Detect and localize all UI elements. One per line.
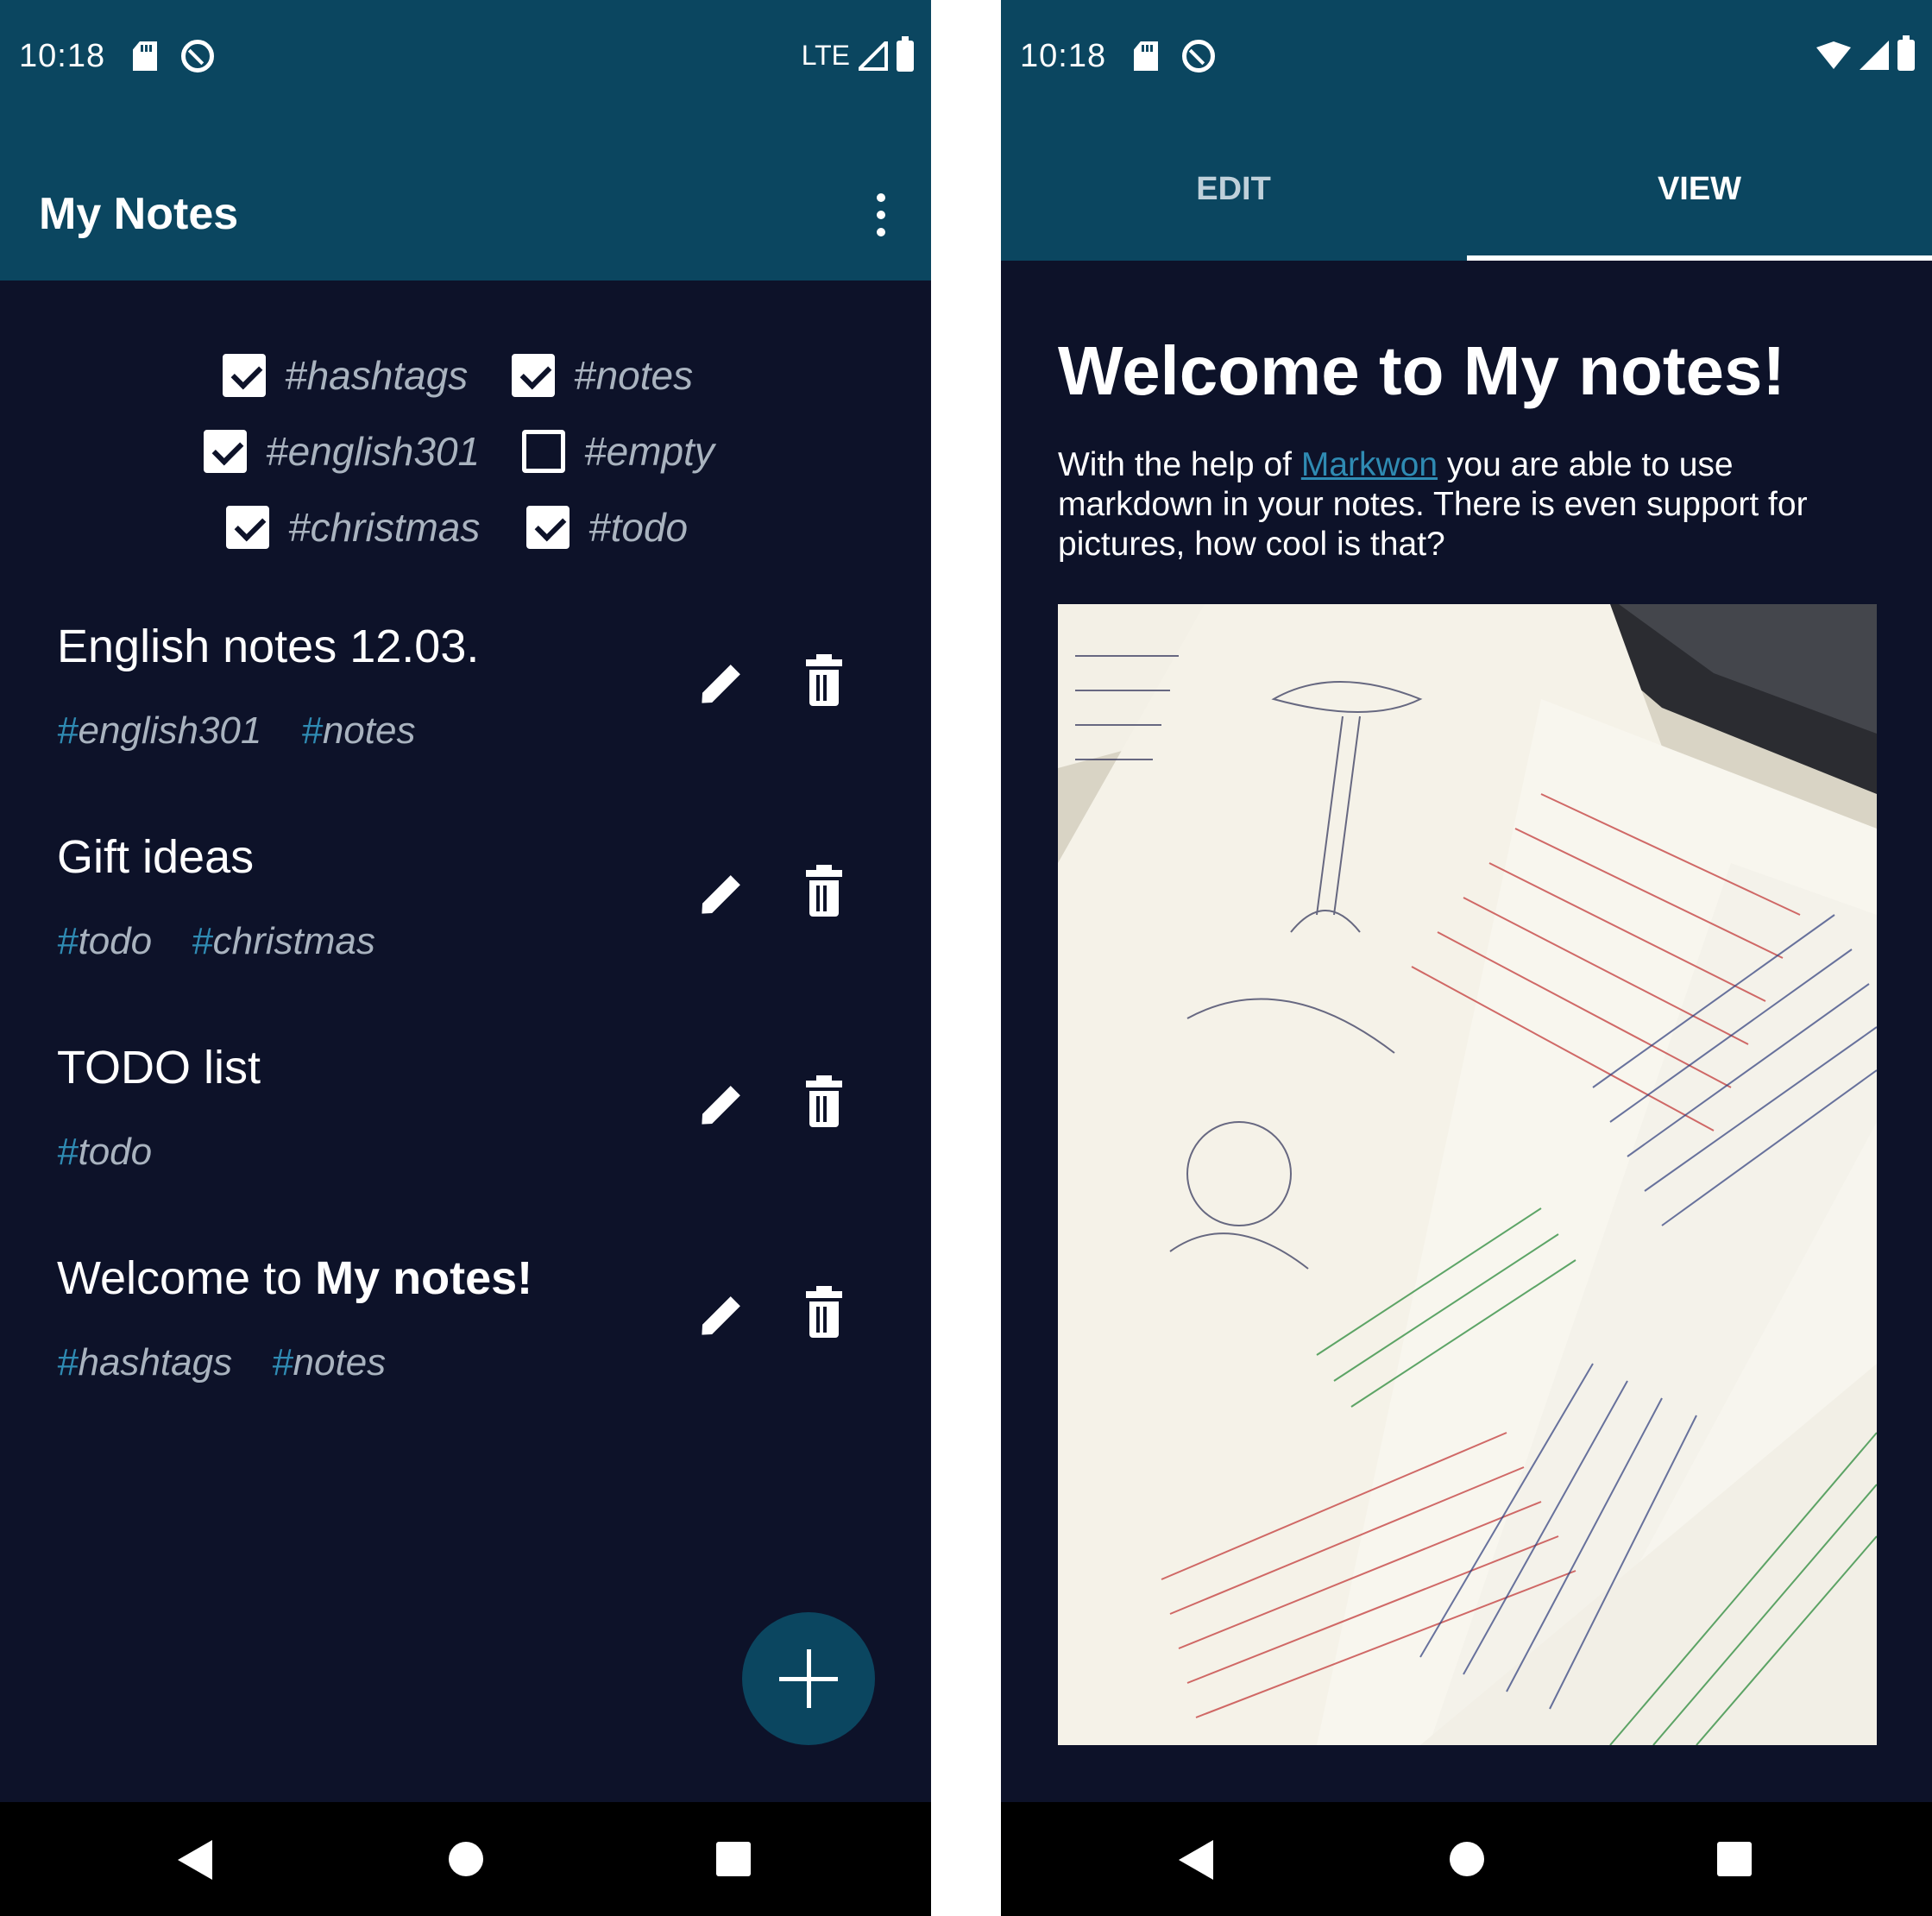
edit-note-button[interactable] <box>695 659 744 708</box>
sd-card-icon <box>133 41 157 71</box>
status-right-group: LTE <box>801 35 914 72</box>
filter-english301[interactable]: #english301 <box>204 428 480 475</box>
pencil-icon <box>697 870 746 919</box>
filter-label: #notes <box>574 353 694 398</box>
pencil-icon <box>697 659 746 709</box>
markwon-link[interactable]: Markwon <box>1301 446 1438 483</box>
note-tag[interactable]: #todo <box>57 1131 152 1174</box>
delete-note-button[interactable] <box>804 654 844 708</box>
checkbox-icon[interactable] <box>223 354 266 397</box>
checkbox-icon[interactable] <box>526 506 570 549</box>
sync-icon <box>181 40 214 72</box>
filter-label: #english301 <box>266 429 481 474</box>
filter-notes[interactable]: #notes <box>512 352 693 399</box>
trash-icon <box>804 1286 844 1339</box>
pencil-icon <box>697 1291 746 1340</box>
status-time: 10:18 <box>19 38 106 74</box>
note-item[interactable]: Gift ideas #todo #christmas <box>0 830 931 1037</box>
add-note-button[interactable] <box>742 1612 875 1745</box>
app-bar: My Notes <box>0 117 931 280</box>
pencil-icon <box>697 1081 746 1130</box>
filter-label: #todo <box>588 505 689 550</box>
note-tag[interactable]: #christmas <box>192 920 375 963</box>
sync-icon <box>1182 40 1215 72</box>
note-tag[interactable]: #notes <box>272 1341 386 1384</box>
trash-icon <box>804 654 844 708</box>
filter-label: #hashtags <box>285 353 469 398</box>
signal-icon <box>1860 41 1889 70</box>
note-tag[interactable]: #english301 <box>57 709 261 753</box>
recents-icon[interactable] <box>1717 1842 1752 1876</box>
note-heading: Welcome to My notes! <box>1058 332 1786 409</box>
tab-view[interactable]: VIEW <box>1467 117 1932 261</box>
note-tags: #todo #christmas <box>57 920 375 963</box>
handwritten-notes-photo <box>1058 604 1877 1745</box>
filter-label: #empty <box>584 429 714 474</box>
checkbox-icon[interactable] <box>204 430 247 473</box>
wifi-icon <box>1816 41 1851 69</box>
sd-card-icon <box>1134 41 1158 71</box>
note-tag[interactable]: #notes <box>301 709 415 753</box>
note-tags: #english301 #notes <box>57 709 415 753</box>
recents-icon[interactable] <box>716 1842 751 1876</box>
filter-christmas[interactable]: #christmas <box>226 504 480 551</box>
delete-note-button[interactable] <box>804 1286 844 1339</box>
edit-note-button[interactable] <box>695 1291 744 1339</box>
edit-note-button[interactable] <box>695 870 744 918</box>
note-title: English notes 12.03. <box>57 621 480 672</box>
trash-icon <box>804 1075 844 1129</box>
filter-todo[interactable]: #todo <box>526 504 688 551</box>
note-title: TODO list <box>57 1042 261 1094</box>
filter-empty[interactable]: #empty <box>522 428 714 475</box>
note-title: Welcome to My notes! <box>57 1252 533 1304</box>
status-bar: 10:18 LTE <box>0 0 931 117</box>
trash-icon <box>804 865 844 918</box>
delete-note-button[interactable] <box>804 865 844 918</box>
home-icon[interactable] <box>1450 1842 1484 1876</box>
notes-list-screen: 10:18 LTE My Notes #hashtags #notes #eng… <box>0 0 931 1916</box>
delete-note-button[interactable] <box>804 1075 844 1129</box>
note-item[interactable]: English notes 12.03. #english301 #notes <box>0 620 931 827</box>
tab-indicator <box>1467 255 1932 261</box>
battery-icon <box>897 35 914 72</box>
checkbox-icon[interactable] <box>226 506 269 549</box>
back-icon[interactable] <box>178 1840 212 1880</box>
tab-edit[interactable]: EDIT <box>1001 117 1466 261</box>
note-tags: #hashtags #notes <box>57 1341 386 1384</box>
battery-icon <box>1897 35 1915 71</box>
edit-note-button[interactable] <box>695 1081 744 1129</box>
tab-bar: EDIT VIEW <box>1001 117 1932 261</box>
lte-signal-icon <box>859 41 888 71</box>
home-icon[interactable] <box>449 1842 483 1876</box>
note-title: Gift ideas <box>57 831 255 883</box>
note-item[interactable]: Welcome to My notes! #hashtags #notes <box>0 1251 931 1459</box>
checkbox-icon[interactable] <box>512 354 555 397</box>
note-tags: #todo <box>57 1131 152 1174</box>
note-item[interactable]: TODO list #todo <box>0 1041 931 1248</box>
checkbox-icon[interactable] <box>522 430 565 473</box>
app-title: My Notes <box>39 189 239 239</box>
note-paragraph: With the help of Markwon you are able to… <box>1058 446 1808 563</box>
plus-icon <box>779 1649 838 1708</box>
filter-label: #christmas <box>288 505 481 550</box>
navigation-bar <box>0 1802 931 1916</box>
note-image <box>1058 604 1877 1745</box>
status-time: 10:18 <box>1020 38 1107 74</box>
lte-label: LTE <box>801 40 850 71</box>
overflow-menu-icon[interactable] <box>874 193 888 236</box>
back-icon[interactable] <box>1179 1840 1213 1880</box>
status-bar: 10:18 <box>1001 0 1932 117</box>
filter-hashtags[interactable]: #hashtags <box>223 352 468 399</box>
note-tag[interactable]: #hashtags <box>57 1341 232 1384</box>
note-tag[interactable]: #todo <box>57 920 152 963</box>
status-right-group <box>1816 35 1915 71</box>
navigation-bar <box>1001 1802 1932 1916</box>
note-viewer-screen: 10:18 EDIT VIEW Welcome to My notes! Wit… <box>1001 0 1932 1916</box>
